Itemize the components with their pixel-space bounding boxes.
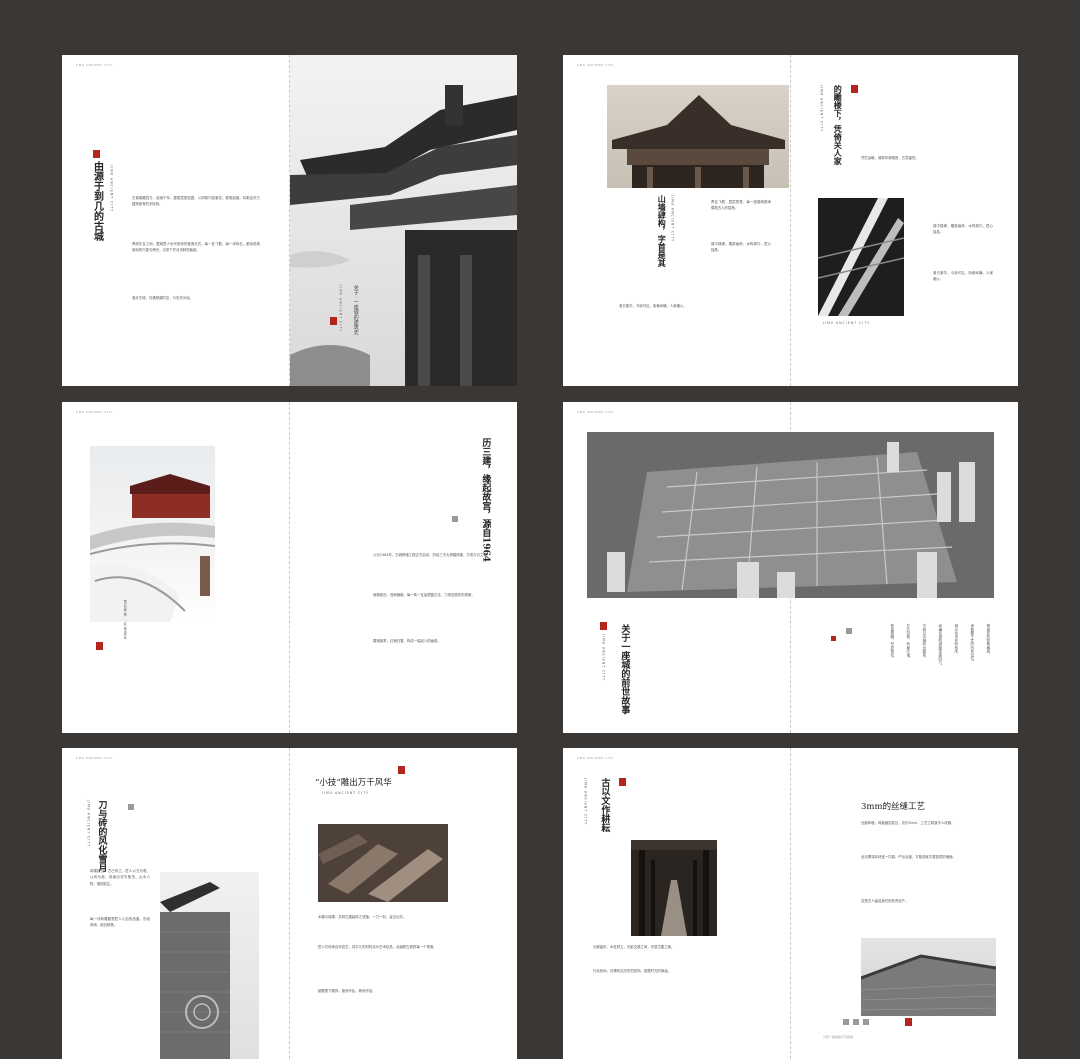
gray-mark [863, 1019, 869, 1025]
page-fold [289, 402, 290, 733]
aerial-city-photo [587, 432, 994, 598]
spread-1-title: 由源于到几的古城 [91, 161, 103, 241]
spread-3-para-2: 城墙依旧，宫阙巍峨，每一砖一瓦皆遵循古法，力求还原历史原貌。 [373, 593, 475, 597]
brick-wall-photo [861, 938, 996, 1016]
railing-caption: JIMU ANCIENT CITY [823, 321, 871, 325]
spread-2-title-right-en: JIMU ANCIENT CITY [819, 85, 824, 133]
spread-6-footer: 只有一座城的不可复制 [823, 1035, 854, 1039]
spread-4-col-7: 登高俯瞰，尽显恢宏。 [890, 624, 895, 660]
spread-6-para-right-1: 丝缝砖墙，砖缝细如发丝，仅约3mm，工艺之精湛令人叹服。 [861, 821, 955, 825]
spread-3: JIMU ANCIENT CITY 雪后故宫 · 红墙金瓦 历三建，缘起故宫，源… [62, 402, 517, 733]
spread-2-para-5: 城中楼阁，雕梁画栋，木构精巧，匠心独具。 [933, 224, 993, 235]
red-seal [619, 778, 626, 786]
eave-illustration [290, 85, 517, 386]
photo-caption-title: 关于 · 一座城的建筑史 [352, 285, 359, 335]
spread-5-title-left: 刀与砖的风化雪月 [96, 800, 107, 872]
running-header: JIMU ANCIENT CITY [577, 756, 614, 760]
spread-6-title-left-en: JIMU ANCIENT CITY [583, 778, 588, 826]
spread-3-photo-caption: 雪后故宫 · 红墙金瓦 [122, 600, 127, 640]
spread-6-para-right-2: 此法需将砖块逐一打磨，严丝合缝，方能成就平整如镜的墙面。 [861, 855, 956, 859]
photo-caption-en: JIMU ANCIENT CITY [338, 285, 343, 333]
page-fold [790, 55, 791, 386]
red-seal-small [831, 636, 836, 641]
spread-6: JIMU ANCIENT CITY 古以文作耕耘 JIMU ANCIENT CI… [563, 748, 1018, 1059]
spread-6-para-right-3: 这是古人留给我们的珍贵遗产。 [861, 899, 909, 903]
temple-photo [607, 85, 789, 188]
spread-5-para-right-2: 匠人们传承百年技艺，将平凡的材料化为艺术珍品，点缀着古城的每一个角落。 [318, 945, 437, 949]
red-seal [96, 642, 103, 650]
spread-2-title-right: 的雕楼下，凭倚关人家 [833, 85, 844, 165]
railing-photo [818, 198, 904, 316]
running-header: JIMU ANCIENT CITY [76, 63, 113, 67]
gray-mark [846, 628, 852, 634]
spread-5-title-left-en: JIMU ANCIENT CITY [86, 800, 91, 848]
spread-6-title-right: 3mm的丝缝工艺 [861, 802, 926, 812]
spread-1-para-1: 古城雄踞四方，延续千年，屋檐层叠如翼，斗拱精巧若繁花。檐角起翘，勾勒出东方建筑独… [132, 196, 260, 207]
running-header: JIMU ANCIENT CITY [577, 410, 614, 414]
spread-5-para-left-2: 每一块砖雕都是匠人心血的结晶，历经风雨，依旧精美。 [90, 917, 150, 928]
spread-4-col-1: 棋盘式的街巷格局， [986, 624, 991, 657]
page-fold [289, 748, 290, 1059]
red-seal [330, 317, 337, 325]
spread-2: JIMU ANCIENT CITY 山墙肆构，字首是其 JIMU ANCIENT… [563, 55, 1018, 386]
red-seal [851, 85, 858, 93]
spread-4-title-en: JIMU ANCIENT CITY [601, 634, 606, 682]
spread-1-para-3: 漫步古城，仿佛穿越时空，与历史对话。 [132, 296, 194, 300]
gray-mark [452, 516, 458, 522]
spread-5-title-right-en: JIMU ANCIENT CITY [322, 791, 370, 795]
spread-1-title-en: JIMU ANCIENT CITY [109, 165, 114, 213]
spread-2-para-3: 昔日繁华，今犹可见，街巷纵横，人家烟火。 [619, 304, 687, 308]
spread-4: JIMU ANCIENT CITY 关于一座城的前世故事 JIMU ANCIEN… [563, 402, 1018, 733]
spread-5-para-right-3: 细看檐下雕饰，繁而不乱，精而不俗。 [318, 989, 376, 993]
spread-5-para-right-1: 木雕与砖雕，并称古建装饰之双璧。一刀一刻，皆见功夫。 [318, 915, 407, 919]
spread-2-para-6: 昔日繁华，今犹可见，街巷纵横，人家烟火。 [933, 271, 993, 282]
red-seal [93, 150, 100, 158]
running-header: JIMU ANCIENT CITY [76, 410, 113, 414]
corridor-photo [631, 840, 717, 936]
spread-1-para-2: 青砖灰瓦之间，藏着匠人世代相传的营造法式。每一处飞檐，每一块砖石，都诉说着城池的… [132, 242, 260, 253]
spread-2-para-2: 城中楼阁，雕梁画栋，木构精巧，匠心独具。 [711, 242, 771, 253]
spread-4-col-3: 城中坊市井然有序， [954, 624, 959, 657]
brick-carving-photo [160, 872, 259, 1059]
spread-3-para-3: 雪落紫禁，红墙白雪，构成一幅动人的画卷。 [373, 639, 441, 643]
spread-3-para-1: 公元1964年，古城修缮工程正式启动，历经三次大规模修建，方成今日之貌。 [373, 553, 491, 557]
gray-mark [843, 1019, 849, 1025]
spread-5-para-left-1: 砖雕技艺，古已有之。匠人以刀为笔，以砖为纸，刻画出花鸟鱼虫、山水人物，栩栩如生。 [90, 869, 150, 886]
spread-4-title: 关于一座城的前世故事 [619, 624, 630, 714]
spread-3-title: 历三建，缘起故宫，源自1964 [480, 438, 491, 563]
running-header: JIMU ANCIENT CITY [577, 63, 614, 67]
spread-1: JIMU ANCIENT CITY 由源于到几的古城 JIMU ANCIENT … [62, 55, 517, 386]
spread-6-para-left-2: 行走其间，仿佛听见历史的回响，感受时光的静谧。 [593, 969, 671, 973]
spread-5-title-right: “小技”雕出万千风华 [315, 778, 392, 788]
page-fold [790, 748, 791, 1059]
red-seal [905, 1018, 912, 1026]
spread-4-col-2: 承载着千年的历史记忆。 [970, 624, 975, 664]
spread-2-title-left-en: JIMU ANCIENT CITY [670, 195, 675, 243]
spread-6-para-left-1: 长廊曲折，木柱林立，光影交错之间，尽显古建之美。 [593, 945, 675, 949]
spread-2-para-4: 凭栏远眺，城郭尽收眼底，古意盎然。 [861, 156, 919, 160]
snow-palace-photo [90, 446, 215, 622]
red-seal [398, 766, 405, 774]
spread-6-title-left: 古以文作耕耘 [599, 778, 610, 832]
spread-2-title-left: 山墙肆构，字首是其 [657, 195, 668, 267]
gray-mark [853, 1019, 859, 1025]
spread-4-col-6: 左右对称，布局严谨。 [906, 624, 911, 660]
spread-4-col-5: 古城以中轴线为基准， [922, 624, 927, 660]
wood-carving-photo [318, 824, 448, 902]
gray-mark [128, 804, 134, 810]
running-header: JIMU ANCIENT CITY [76, 756, 113, 760]
spread-4-col-4: 纵横交错的道路连接四方。 [938, 624, 943, 668]
spread-5: JIMU ANCIENT CITY 刀与砖的风化雪月 JIMU ANCIENT … [62, 748, 517, 1059]
spread-2-para-1: 青瓦飞檐，层层叠叠，每一座楼阁都承载着古人的智慧。 [711, 200, 771, 211]
eave-photo: JIMU ANCIENT CITY 关于 · 一座城的建筑史 [290, 55, 517, 386]
red-seal [600, 622, 607, 630]
